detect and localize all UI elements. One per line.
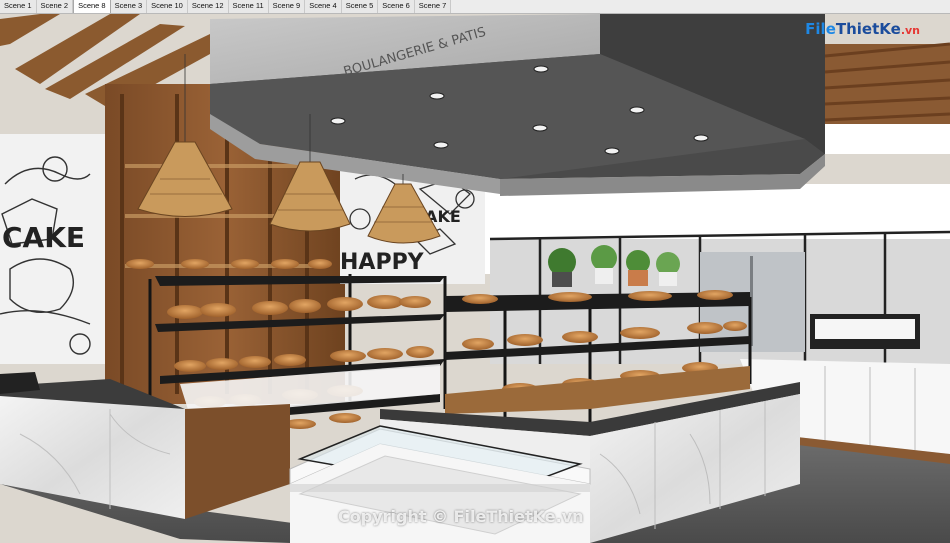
scene-tab-bar: Scene 1 Scene 2 Scene 8 Scene 3 Scene 10 Scen… — [0, 0, 950, 14]
tab-scene-4[interactable]: Scene 4 — [305, 0, 342, 13]
filethietke-logo: FileThietKe.vn — [805, 20, 920, 38]
mural-word-cake: CAKE — [2, 221, 85, 254]
mural-word-happy: HAPPY — [340, 250, 425, 275]
tab-scene-5[interactable]: Scene 5 — [341, 0, 379, 13]
logo-file-text: File — [805, 20, 836, 38]
tab-scene-6[interactable]: Scene 6 — [378, 0, 415, 13]
tab-scene-12[interactable]: Scene 12 — [187, 0, 229, 13]
tab-scene-1[interactable]: Scene 1 — [0, 0, 37, 13]
bakery-scene-render: CAKE HAPPY YAKE BOULANGERIE & PATIS — [0, 14, 950, 543]
tab-scene-8[interactable]: Scene 8 — [73, 0, 111, 13]
tab-scene-10[interactable]: Scene 10 — [147, 0, 188, 13]
tab-scene-7[interactable]: Scene 7 — [414, 0, 452, 13]
tab-scene-11[interactable]: Scene 11 — [228, 0, 269, 13]
3d-viewport[interactable]: CAKE HAPPY YAKE BOULANGERIE & PATIS — [0, 14, 950, 543]
tab-scene-9[interactable]: Scene 9 — [268, 0, 306, 13]
tab-scene-2[interactable]: Scene 2 — [36, 0, 74, 13]
tab-scene-3[interactable]: Scene 3 — [110, 0, 148, 13]
logo-domain-text: .vn — [900, 24, 920, 37]
copyright-watermark: Copyright © FileThietKe.vn — [338, 507, 584, 526]
logo-thietke-text: ThietKe — [835, 20, 901, 38]
